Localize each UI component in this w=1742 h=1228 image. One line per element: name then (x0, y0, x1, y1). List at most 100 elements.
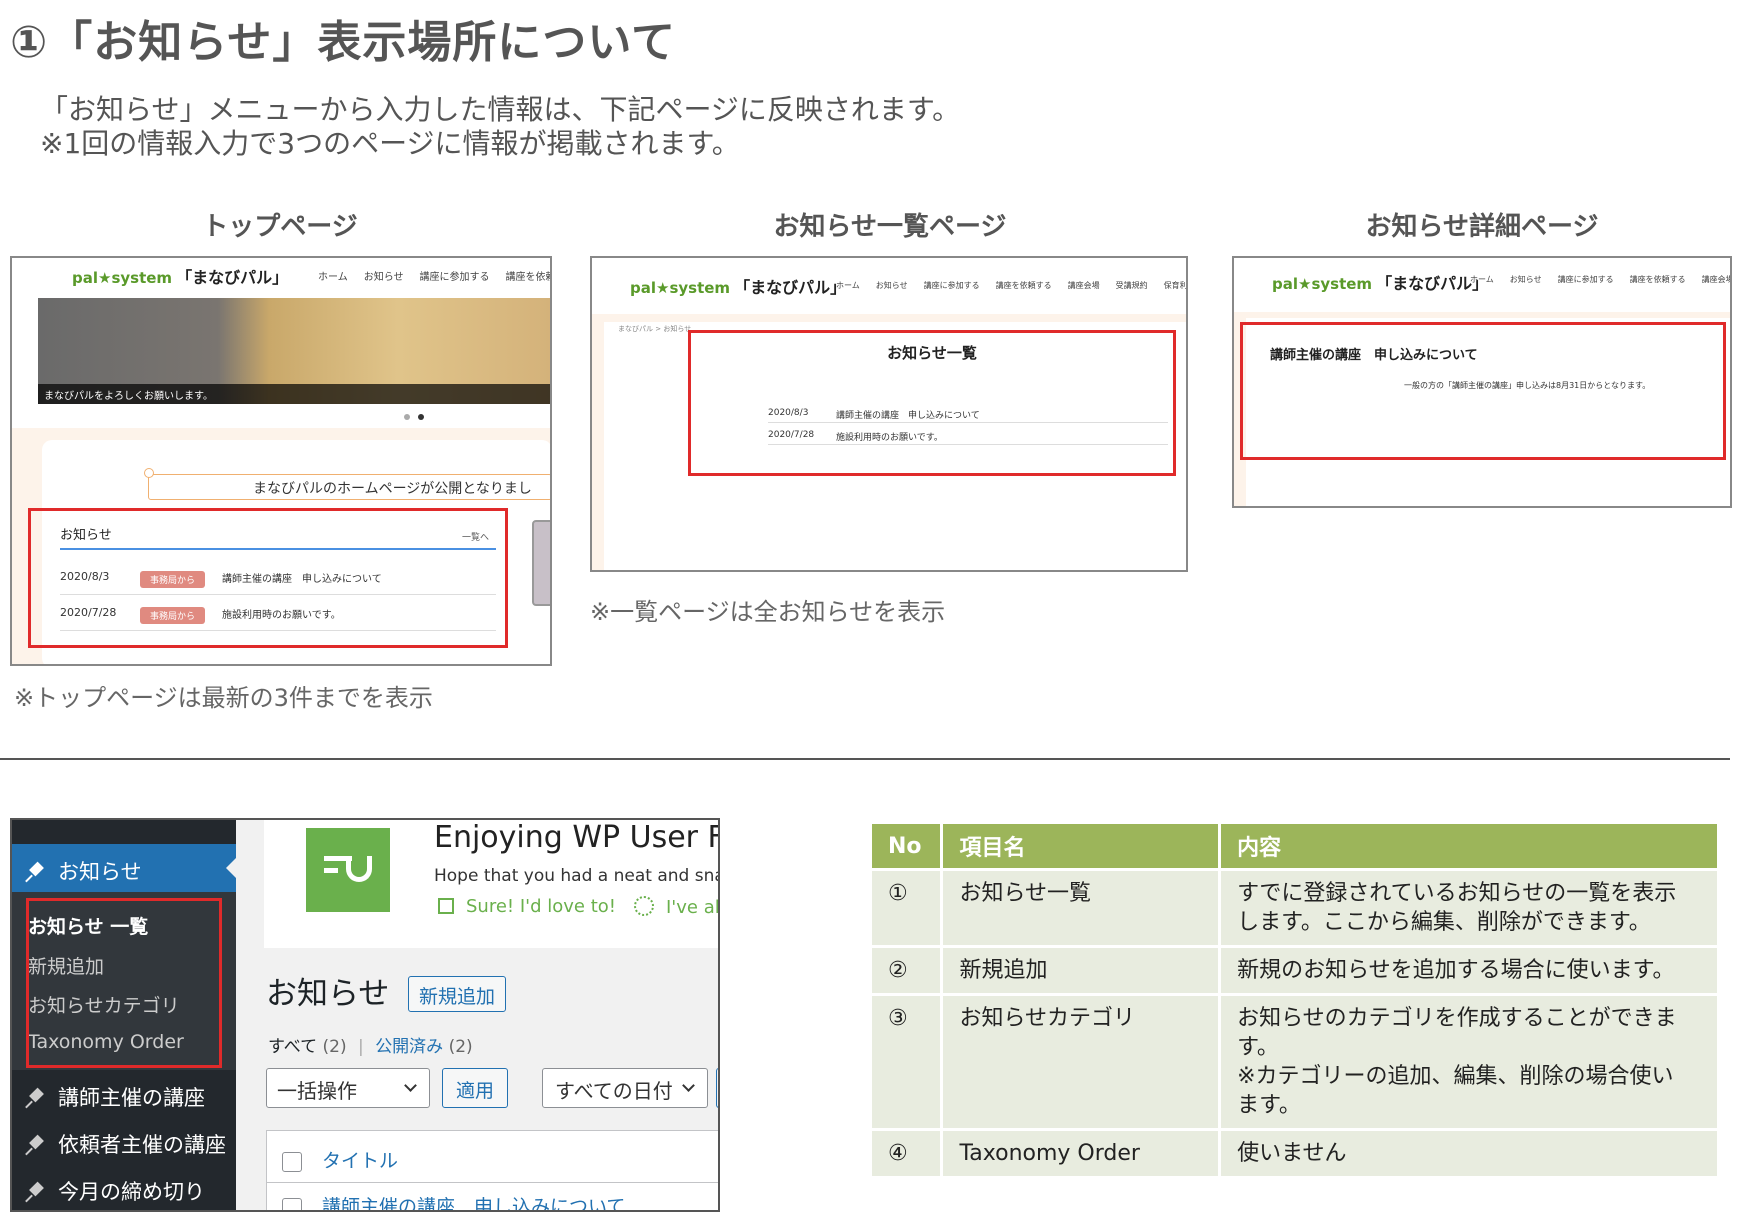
top-nav: ホーム お知らせ 講座に参加する 講座を依頼 (318, 268, 550, 283)
filter-all[interactable]: すべて (268, 1037, 317, 1057)
table-header-row: No 項目名 内容 (872, 824, 1720, 870)
breadcrumb: まなびパル > お知らせ (618, 325, 692, 333)
top-nav: ホーム お知らせ 講座に参加する 講座を依頼する 講座会場 (1470, 274, 1730, 285)
site-logo: pal★system 「まなびパル」 (72, 268, 289, 287)
row-desc: すでに登録されているお知らせの一覧を表示 します。ここから編集、削除ができます。 (1219, 868, 1720, 947)
menu-item-news[interactable]: お知らせ (12, 844, 236, 892)
nav-item[interactable]: 講座を依頼する (1630, 275, 1686, 284)
news-link[interactable]: 講師主催の講座 申し込みについて (222, 570, 382, 585)
row-desc: お知らせのカテゴリを作成することができま す。 ※カテゴリーの追加、編集、削除の場合… (1219, 993, 1720, 1130)
nav-item[interactable]: ホーム (836, 281, 860, 290)
bulk-action-select[interactable]: 一括操作 (266, 1068, 430, 1108)
row-no: ④ (872, 1128, 944, 1176)
external-link-icon (438, 898, 454, 914)
promo-title: Enjoying WP User F (434, 820, 720, 855)
nav-item[interactable]: 講座に参加する (924, 281, 980, 290)
carousel-dot[interactable] (404, 414, 410, 420)
row-desc: 使いません (1219, 1128, 1720, 1176)
nav-item[interactable]: ホーム (1470, 275, 1494, 284)
nav-item[interactable]: 講座を依頼 (506, 272, 550, 283)
hero-caption: まなびパルをよろしくお願いします。 (38, 384, 550, 404)
nav-item[interactable]: お知らせ (876, 281, 908, 290)
row-name: 新規追加 (941, 945, 1222, 995)
post-title-link[interactable]: 講師主催の講座 申し込みについて (322, 1192, 625, 1210)
row-no: ① (872, 868, 944, 947)
pin-icon (26, 1089, 46, 1109)
list-date: 2020/7/28 (768, 430, 815, 440)
row-name: Taxonomy Order (941, 1128, 1222, 1176)
wp-page-title: お知らせ (266, 976, 390, 1012)
list-page-screenshot: pal★system 「まなびパル」 ホーム お知らせ 講座に参加する 講座を依頼する講… (590, 256, 1188, 572)
row-no: ③ (872, 993, 944, 1130)
filter-published[interactable]: 公開済み (375, 1037, 443, 1057)
header-content: 内容 (1219, 824, 1720, 870)
menu-item-client-courses[interactable]: 依頼者主催の講座 (26, 1129, 226, 1159)
nav-item[interactable]: お知らせ (364, 272, 404, 283)
chevron-down-icon (682, 1079, 695, 1092)
promo-other-link[interactable]: I've al (634, 896, 718, 918)
row-name: お知らせ一覧 (941, 868, 1222, 947)
header-item-name: 項目名 (941, 824, 1222, 870)
nav-item[interactable]: 講座を依頼する (996, 281, 1052, 290)
section-divider (0, 758, 1730, 760)
news-date: 2020/7/28 (60, 606, 117, 619)
site-logo: pal★system 「まなびパル」 (630, 278, 847, 297)
news-date: 2020/8/3 (60, 570, 110, 583)
detail-title: 講師主催の講座 申し込みについて (1270, 348, 1478, 363)
promo-yes-link[interactable]: Sure! I'd love to! (438, 896, 616, 917)
nav-item[interactable]: 受講規約 (1116, 281, 1148, 290)
divider (768, 422, 1168, 423)
news-more-link[interactable]: 一覧へ (462, 530, 489, 543)
nav-item[interactable]: 講座会場 (1702, 275, 1730, 284)
row-checkbox[interactable] (282, 1198, 302, 1210)
column-title-sort[interactable]: タイトル (322, 1146, 398, 1173)
menu-item-instructor-courses[interactable]: 講師主催の講座 (26, 1082, 205, 1112)
add-new-button[interactable]: 新規追加 (408, 976, 506, 1012)
wp-sidebar: お知らせ お知らせ 一覧 新規追加 お知らせカテゴリ Taxonomy Orde… (12, 820, 236, 1210)
announcement-icon (144, 468, 154, 478)
top-page-screenshot: pal★system 「まなびパル」 ホーム お知らせ 講座に参加する 講座を依頼 まな… (10, 256, 552, 666)
wp-admin-screenshot: お知らせ お知らせ 一覧 新規追加 お知らせカテゴリ Taxonomy Orde… (10, 818, 720, 1212)
page-heading: ①「お知らせ」表示場所について (10, 17, 677, 68)
list-date: 2020/8/3 (768, 408, 809, 418)
nav-item[interactable]: 講座会場 (1068, 281, 1100, 290)
divider (60, 594, 496, 595)
site-logo: pal★system 「まなびパル」 (1272, 274, 1489, 293)
pin-icon (26, 1136, 46, 1156)
row-name: お知らせカテゴリ (941, 993, 1222, 1130)
news-link[interactable]: 施設利用時のお願いです。 (222, 606, 341, 621)
menu-description-table: No 項目名 内容 ① お知らせ一覧 すでに登録されているお知らせの一覧を表示し… (872, 824, 1720, 1176)
menu-label: お知らせ (58, 860, 142, 884)
news-tag: 事務局から (140, 571, 206, 588)
detail-page-screenshot: pal★system 「まなびパル」 ホーム お知らせ 講座に参加する 講座を依頼する講… (1232, 256, 1732, 508)
list-page-note: ※一覧ページは全お知らせを表示 (590, 598, 946, 626)
nav-item[interactable]: 講座に参加する (420, 272, 490, 283)
side-tab[interactable] (532, 520, 550, 606)
announcement-bar: まなびパルのホームページが公開となりまし (148, 474, 550, 500)
list-link[interactable]: 施設利用時のお願いです。 (836, 430, 943, 443)
apply-button[interactable]: 適用 (442, 1068, 508, 1108)
row-desc: 新規のお知らせを追加する場合に使います。 (1219, 945, 1720, 995)
carousel-dot-active[interactable] (418, 414, 424, 420)
select-all-checkbox[interactable] (282, 1152, 302, 1172)
chevron-down-icon (404, 1079, 417, 1092)
current-arrow-icon (226, 858, 236, 878)
highlight-submenu-box (26, 898, 222, 1068)
nav-item[interactable]: 講座に参加する (1558, 275, 1614, 284)
table-row: ② 新規追加 新規のお知らせを追加する場合に使います。 (872, 945, 1720, 995)
top-page-note: ※トップページは最新の3件までを表示 (14, 684, 433, 712)
news-underline (60, 548, 496, 550)
nav-item[interactable]: お知らせ (1510, 275, 1542, 284)
menu-item-deadlines[interactable]: 今月の締め切り (26, 1176, 205, 1206)
date-filter-select[interactable]: すべての日付 (542, 1068, 708, 1108)
table-row: ① お知らせ一覧 すでに登録されているお知らせの一覧を表示 します。ここから編集、… (872, 868, 1720, 947)
list-link[interactable]: 講師主催の講座 申し込みについて (836, 408, 980, 421)
filter-button-partial[interactable] (716, 1068, 718, 1108)
nav-item[interactable]: 保育利用 (1164, 281, 1186, 290)
divider (60, 630, 496, 631)
plugin-logo-icon (306, 828, 390, 912)
caption-list-page: お知らせ一覧ページ (773, 212, 1007, 242)
news-heading: お知らせ (60, 528, 112, 543)
pin-icon (26, 1183, 46, 1203)
nav-item[interactable]: ホーム (318, 272, 348, 283)
